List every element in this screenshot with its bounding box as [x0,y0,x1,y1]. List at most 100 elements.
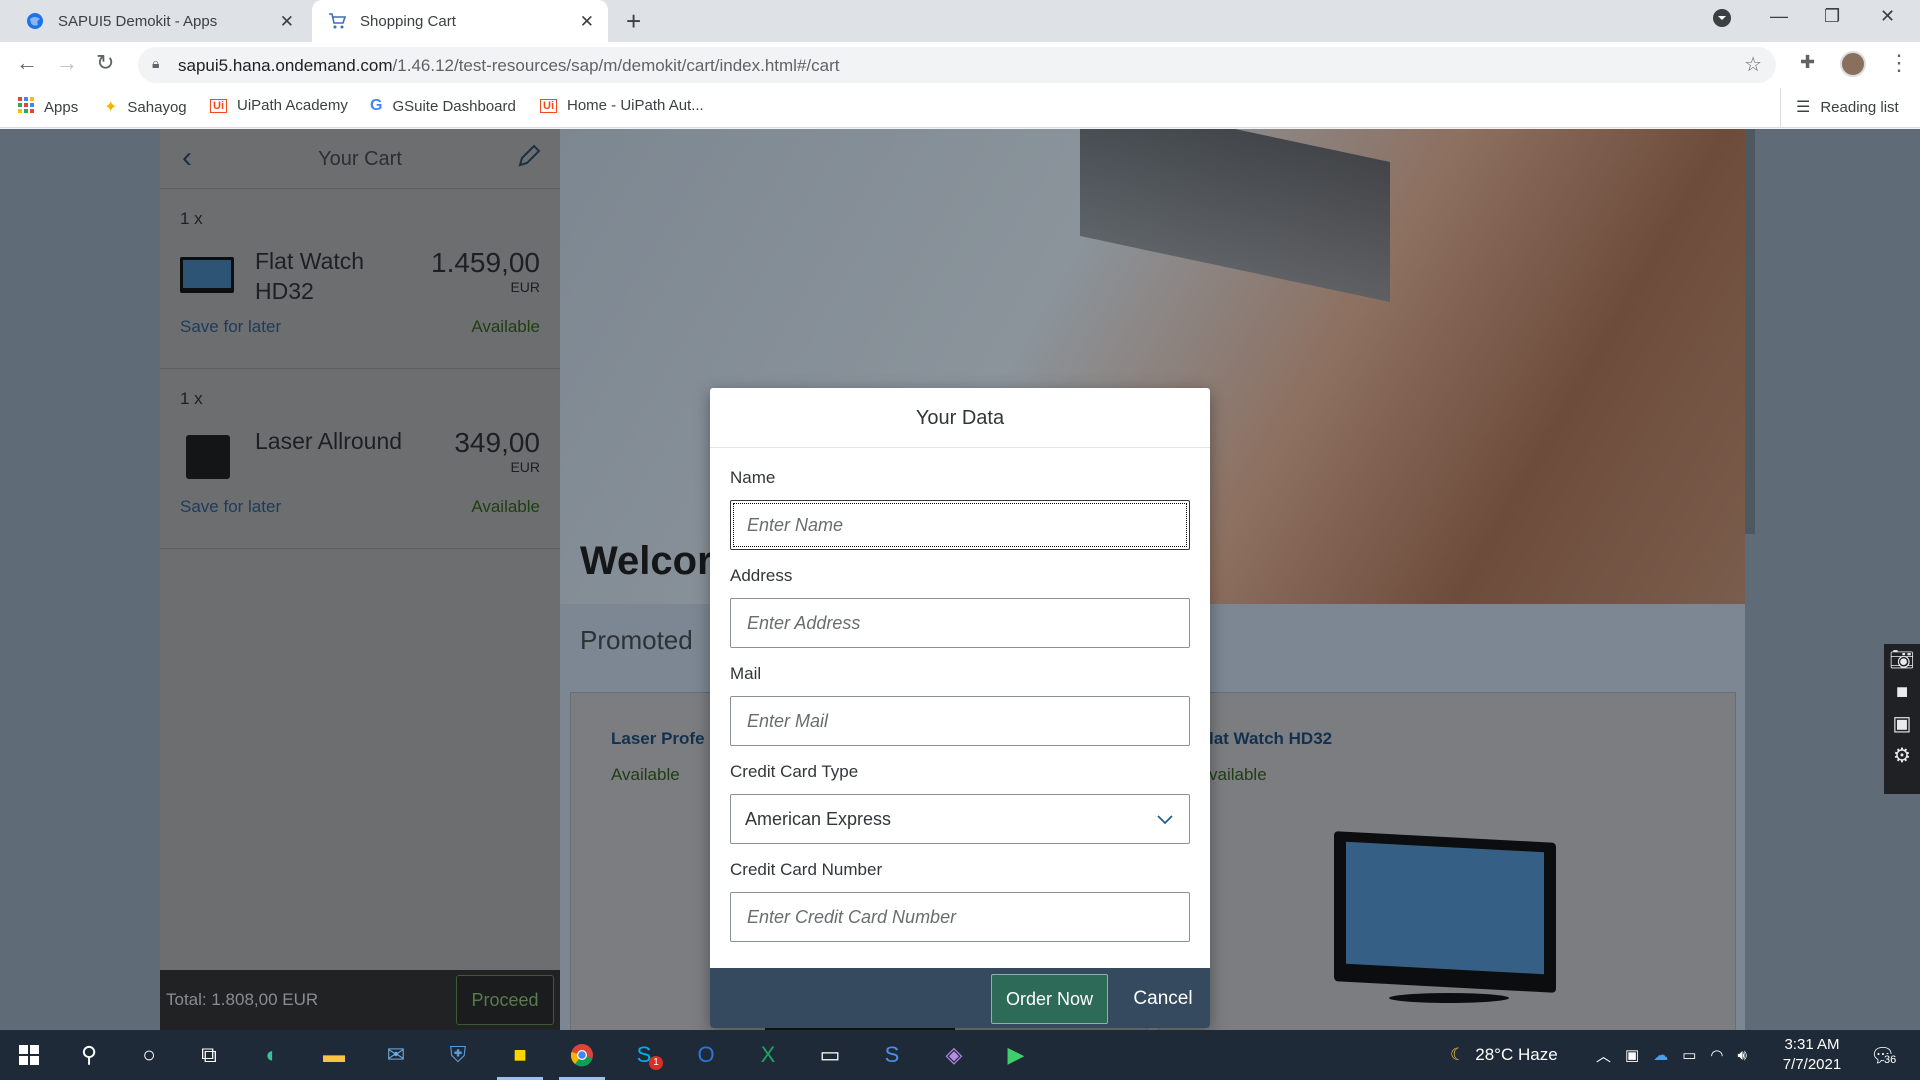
bookmark-gsuite[interactable]: G GSuite Dashboard [370,97,516,115]
gallery-icon[interactable]: ▣ [1884,708,1920,740]
item-name: Laser Allround [255,428,403,454]
minimize-icon[interactable]: — [1770,6,1788,27]
sticky-notes-icon[interactable]: ■ [491,1030,549,1080]
forward-icon[interactable]: → [56,50,78,76]
weather[interactable]: ☾ 28°C Haze [1450,1030,1558,1080]
start-windows-icon[interactable] [0,1030,58,1080]
credit-card-type-select[interactable]: American Express [730,794,1190,844]
bookmark-apps[interactable]: Apps [18,97,78,118]
battery-icon[interactable]: ▭ [1682,1046,1696,1064]
lock-icon: 🔒︎ [152,55,160,71]
bookmark-star-icon[interactable]: ☆ [1744,52,1762,77]
your-data-dialog: Your Data Name Address Mail Credit Card … [710,388,1210,1028]
scrollbar[interactable] [1745,129,1755,534]
mail-label: Mail [730,664,762,683]
meet-now-icon[interactable]: ▣ [1625,1046,1639,1064]
app-area: Welcor Promoted Laser Profe Available la… [0,129,1920,1030]
studio-icon[interactable]: S [863,1030,921,1080]
onedrive-cloud-icon[interactable]: ☁ [1653,1046,1668,1064]
search-icon[interactable]: ⚲ [60,1030,118,1080]
url-text: sapui5.hana.ondemand.com/1.46.12/test-re… [178,56,840,75]
mail-icon[interactable]: ✉ [367,1030,425,1080]
uipath-icon: Ui [540,98,557,113]
name-input[interactable] [731,501,1189,549]
credit-card-number-label: Credit Card Number [730,860,883,879]
item-status: Available [471,317,540,336]
tile-product-name: Laser Profe [611,729,705,748]
address-input[interactable] [731,599,1189,647]
edge-icon[interactable]: ◐ [243,1030,301,1080]
extensions-icon[interactable]: ✚ [1800,52,1815,73]
credit-card-number-input[interactable] [731,893,1189,941]
name-field[interactable] [730,500,1190,550]
avatar[interactable] [1840,51,1866,77]
volume-icon[interactable]: 🔊︎ [1737,1047,1746,1064]
divider [1780,88,1781,128]
tile-product-name: lat Watch HD32 [1209,729,1333,748]
uipath-icon: Ui [210,98,227,113]
tab-sapui5-demokit[interactable]: SAPUI5 Demokit - Apps ✕ [8,0,308,42]
bookmark-uipath-home[interactable]: Ui Home - UiPath Aut... [540,97,704,114]
google-icon: G [370,97,383,114]
chevron-up-icon[interactable]: ︿ [1596,1045,1611,1066]
task-view-icon[interactable]: ⧉ [180,1030,238,1080]
cart-item[interactable]: 1 x Flat Watch HD32 1.459,00 EUR Save fo… [160,189,560,369]
skype-icon[interactable]: S1 [615,1030,673,1080]
mail-field[interactable] [730,696,1190,746]
cart-icon [328,12,346,30]
settings-gear-icon[interactable]: ⚙ [1884,740,1920,772]
tile-status: vailable [1209,765,1267,784]
reading-list[interactable]: ☰ Reading list [1796,97,1899,117]
item-name: Flat Watch HD32 [255,248,365,304]
close-icon[interactable]: ✕ [280,12,294,32]
proceed-button[interactable]: Proceed [456,975,554,1025]
close-icon[interactable]: ✕ [580,12,594,32]
cortana-icon[interactable]: ○ [120,1030,178,1080]
address-field[interactable] [730,598,1190,648]
outlook-icon[interactable]: O [677,1030,735,1080]
sahayog-icon: ✦ [104,99,118,116]
cart-title: Your Cart [318,148,402,170]
monitor-image [1334,831,1556,993]
menu-icon[interactable]: ⋮ [1888,50,1910,76]
browser-tab-strip: SAPUI5 Demokit - Apps ✕ Shopping Cart ✕ … [0,0,1920,42]
camera-icon[interactable]: 📷︎ [1884,644,1920,676]
chrome-icon[interactable] [553,1030,611,1080]
order-now-button[interactable]: Order Now [991,974,1108,1024]
tab-shopping-cart[interactable]: Shopping Cart ✕ [312,0,608,42]
player-icon[interactable]: ▶ [987,1030,1045,1080]
file-explorer-icon[interactable]: ▬ [305,1030,363,1080]
monitor-thumb [180,257,234,293]
security-icon[interactable]: ⛨ [429,1030,487,1080]
restore-icon[interactable]: ❐ [1824,6,1840,27]
mail-input[interactable] [731,697,1189,745]
close-window-icon[interactable]: ✕ [1880,6,1895,27]
bookmark-sahayog[interactable]: ✦ Sahayog [104,97,187,117]
edit-pencil-icon[interactable] [516,143,542,174]
cart-panel: ‹ Your Cart 1 x Flat Watch HD32 1.459,00… [160,129,560,1030]
save-for-later-link[interactable]: Save for later [180,317,281,337]
save-for-later-link[interactable]: Save for later [180,497,281,517]
bookmarks-bar: Apps ✦ Sahayog Ui UiPath Academy G GSuit… [0,88,1920,128]
promoted-tile-watch[interactable]: lat Watch HD32 vailable [1158,692,1736,1030]
assistant-icon[interactable]: ◈ [925,1030,983,1080]
terminal-icon[interactable]: ▭ [801,1030,859,1080]
dialog-footer: Order Now Cancel [710,968,1210,1028]
new-tab-button[interactable]: + [626,6,641,37]
back-icon[interactable]: ← [16,50,38,76]
reload-icon[interactable]: ↻ [96,50,114,76]
item-quantity: 1 x [180,389,203,408]
tab-search-icon[interactable] [1712,8,1732,33]
tile-status: Available [611,765,680,784]
wifi-icon[interactable]: ◠ [1710,1046,1723,1064]
address-bar[interactable]: 🔒︎ sapui5.hana.ondemand.com/1.46.12/test… [138,47,1776,83]
cancel-button[interactable]: Cancel [1128,974,1198,1024]
cart-item[interactable]: 1 x Laser Allround 349,00 EUR Save for l… [160,369,560,549]
notifications-icon[interactable]: 💬︎ 36 [1870,1030,1897,1080]
bookmark-uipath-academy[interactable]: Ui UiPath Academy [210,97,348,114]
credit-card-number-field[interactable] [730,892,1190,942]
video-icon[interactable]: ■ [1884,676,1920,708]
chevron-down-icon[interactable] [1155,809,1175,834]
clock[interactable]: 3:31 AM 7/7/2021 [1762,1035,1862,1075]
excel-icon[interactable]: X [739,1030,797,1080]
